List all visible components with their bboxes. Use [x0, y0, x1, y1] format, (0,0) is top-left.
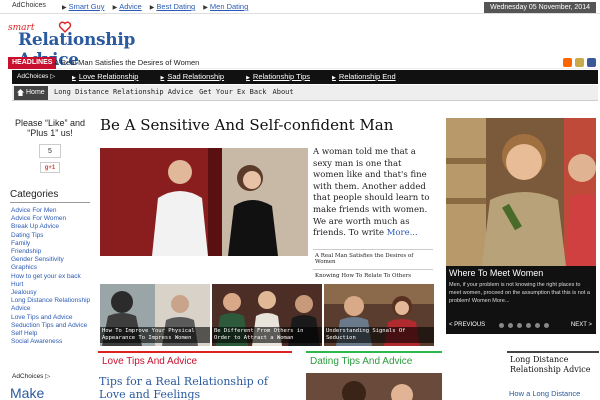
- category-item[interactable]: Family: [11, 240, 97, 248]
- category-item[interactable]: How to get your ex back: [11, 273, 97, 281]
- slider-dot[interactable]: [526, 323, 531, 328]
- nav-relationship-end[interactable]: ▶ Relationship End: [332, 72, 396, 81]
- slider-dots: [499, 323, 549, 328]
- nav-long-distance[interactable]: Long Distance Relationship Advice: [54, 88, 193, 96]
- article-more-link[interactable]: More...: [387, 228, 418, 238]
- like-count: 5: [39, 144, 61, 158]
- article-title[interactable]: Be A Sensitive And Self-confident Man: [100, 116, 393, 134]
- like-box-text: Please “Like” and “Plus 1” us!: [14, 118, 86, 138]
- slider-description: Men, if your problem is not knowing the …: [449, 282, 590, 304]
- slider-title[interactable]: Where To Meet Women: [449, 268, 543, 278]
- rss-icon[interactable]: [563, 58, 572, 67]
- slider-image: [446, 118, 596, 266]
- category-item[interactable]: Seduction Tips and Advice: [11, 322, 97, 330]
- slider-dot[interactable]: [544, 323, 549, 328]
- dating-post-image[interactable]: [306, 373, 442, 400]
- slider-next-button[interactable]: NEXT >: [571, 322, 592, 328]
- triangle-icon: ▶: [203, 5, 208, 11]
- love-tips-heading[interactable]: Love Tips And Advice: [98, 351, 292, 369]
- slider-prev-button[interactable]: < PREVIOUS: [449, 322, 485, 328]
- thumbnail-caption: Understanding Signals Of Seduction: [324, 327, 434, 343]
- date-display: Wednesday 05 November, 2014: [484, 2, 596, 13]
- headline-link[interactable]: A Real Man Satisfies the Desires of Wome…: [54, 58, 199, 67]
- nav-love-relationship[interactable]: ▶ Love Relationship: [72, 72, 138, 81]
- thumbnail-card[interactable]: Understanding Signals Of Seduction: [324, 284, 434, 346]
- nav-about[interactable]: About: [273, 88, 294, 96]
- thumbnail-caption: How To Improve Your Physical Appearance …: [100, 327, 210, 343]
- top-bar: AdChoices ▶ Smart Guy ▶ Advice ▶ Best Datin…: [0, 0, 600, 14]
- category-item[interactable]: Hurt: [11, 281, 97, 289]
- sidebar-adchoices[interactable]: AdChoices ▷: [12, 372, 50, 380]
- categories-heading: Categories: [10, 189, 90, 203]
- home-tab[interactable]: Home: [14, 86, 48, 100]
- categories-list: Advice For Men Advice For Women Break Up…: [11, 207, 97, 346]
- category-item[interactable]: Gender Sensitivity: [11, 256, 97, 264]
- email-icon[interactable]: [575, 58, 584, 67]
- top-link-advice[interactable]: Advice: [119, 2, 142, 11]
- category-item[interactable]: Social Awareness: [11, 338, 97, 346]
- nav-relationship-tips[interactable]: ▶ Relationship Tips: [246, 72, 310, 81]
- top-link-smart-guy[interactable]: Smart Guy: [69, 2, 105, 11]
- article-excerpt: A woman told me that a sexy man is one t…: [313, 147, 430, 239]
- category-item[interactable]: Dating Tips: [11, 232, 97, 240]
- secondary-nav: Home Long Distance Relationship Advice G…: [12, 85, 598, 101]
- category-item[interactable]: Long Distance Relationship Advice: [11, 297, 97, 313]
- slider-dot[interactable]: [499, 323, 504, 328]
- featured-slider[interactable]: Where To Meet Women Men, if your problem…: [446, 118, 596, 334]
- category-item[interactable]: Graphics: [11, 264, 97, 272]
- related-link[interactable]: Knowing How To Relate To Others: [313, 269, 433, 283]
- top-link-men-dating[interactable]: Men Dating: [210, 2, 248, 11]
- category-item[interactable]: Advice For Women: [11, 215, 97, 223]
- triangle-icon: ▶: [149, 5, 155, 11]
- slider-dot[interactable]: [517, 323, 522, 328]
- nav-sad-relationship[interactable]: ▶ Sad Relationship: [160, 72, 224, 81]
- category-item[interactable]: Self Help: [11, 330, 97, 338]
- headlines-label: HEADLINES: [8, 57, 57, 69]
- headlines-ticker: HEADLINES A Real Man Satisfies the Desir…: [8, 57, 598, 69]
- long-distance-post-link[interactable]: How a Long Distance: [509, 389, 580, 398]
- thumbnail-card[interactable]: Be Different From Others in Order to Att…: [212, 284, 322, 346]
- slider-dot[interactable]: [508, 323, 513, 328]
- like-box: Please “Like” and “Plus 1” us! 5 g+1: [10, 118, 90, 173]
- thumbnail-card[interactable]: How To Improve Your Physical Appearance …: [100, 284, 210, 346]
- site-logo[interactable]: smart Relationship Advice: [8, 20, 198, 70]
- home-icon: [17, 89, 24, 96]
- primary-nav: AdChoices ▷ ▶ Love Relationship ▶ Sad Rela…: [12, 70, 598, 84]
- facebook-icon[interactable]: [587, 58, 596, 67]
- category-item[interactable]: Friendship: [11, 248, 97, 256]
- related-links: A Real Man Satisfies the Desires of Wome…: [313, 249, 433, 283]
- adchoices-label[interactable]: AdChoices: [12, 2, 46, 9]
- dating-tips-heading[interactable]: Dating Tips And Advice: [306, 351, 442, 369]
- gplus-button[interactable]: g+1: [40, 162, 60, 173]
- thumbnail-caption: Be Different From Others in Order to Att…: [212, 327, 322, 343]
- slider-dot[interactable]: [535, 323, 540, 328]
- long-distance-heading[interactable]: Long Distance Relationship Advice: [507, 351, 599, 375]
- related-link[interactable]: A Real Man Satisfies the Desires of Wome…: [313, 249, 433, 269]
- triangle-icon: ▶: [112, 5, 118, 11]
- nav-adchoices[interactable]: AdChoices ▷: [17, 72, 55, 80]
- top-link-best-dating[interactable]: Best Dating: [156, 2, 195, 11]
- category-item[interactable]: Love Tips and Advice: [11, 314, 97, 322]
- social-icons: [563, 58, 596, 67]
- category-item[interactable]: Advice For Men: [11, 207, 97, 215]
- top-links: ▶ Smart Guy ▶ Advice ▶ Best Dating ▶ Men Dat…: [62, 2, 254, 11]
- category-item[interactable]: Break Up Advice: [11, 223, 97, 231]
- love-post-title[interactable]: Tips for a Real Relationship of Love and…: [99, 375, 289, 400]
- category-item[interactable]: Jealousy: [11, 289, 97, 297]
- article-image[interactable]: [100, 148, 308, 256]
- nav-get-ex-back[interactable]: Get Your Ex Back: [199, 88, 266, 96]
- sidebar-make-text[interactable]: Make: [10, 385, 44, 400]
- triangle-icon: ▶: [62, 5, 67, 11]
